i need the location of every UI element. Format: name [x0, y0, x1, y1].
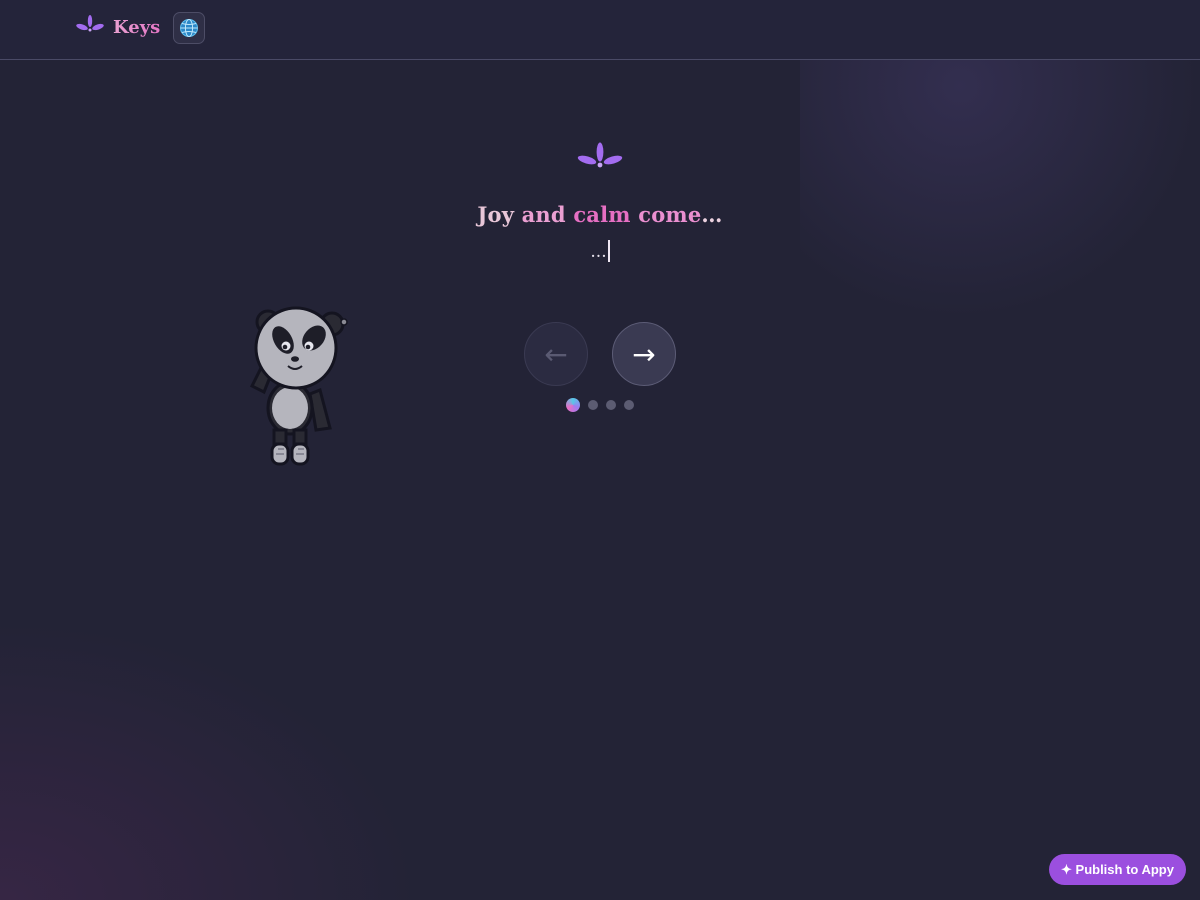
title-word: and	[521, 202, 566, 227]
brand-name[interactable]: Keys	[113, 17, 160, 38]
typing-line: ...	[0, 240, 1200, 262]
language-button[interactable]	[173, 12, 205, 44]
typing-text: ...	[590, 242, 607, 262]
title-word: Joy	[477, 202, 515, 227]
title-word: calm	[573, 202, 631, 227]
step-dot-4[interactable]	[624, 400, 634, 410]
lotus-icon	[76, 15, 104, 32]
globe-icon	[180, 19, 198, 37]
step-dot-2[interactable]	[588, 400, 598, 410]
publish-button[interactable]: ✦ Publish to Appy	[1049, 854, 1186, 885]
step-dot-1[interactable]	[566, 398, 580, 412]
hero-title: Joy and calm come…	[0, 202, 1200, 227]
background-glow-bottom	[0, 620, 420, 900]
background-glow-top	[800, 60, 1200, 320]
step-indicator	[566, 398, 634, 412]
title-word: …	[701, 202, 723, 227]
lotus-icon	[577, 142, 623, 168]
title-word: come	[638, 202, 702, 227]
previous-button[interactable]: ←	[524, 322, 588, 386]
top-bar: Keys	[0, 0, 1200, 60]
text-caret	[607, 240, 610, 262]
next-button[interactable]: →	[612, 322, 676, 386]
step-dot-3[interactable]	[606, 400, 616, 410]
panda-mascot	[249, 306, 348, 466]
